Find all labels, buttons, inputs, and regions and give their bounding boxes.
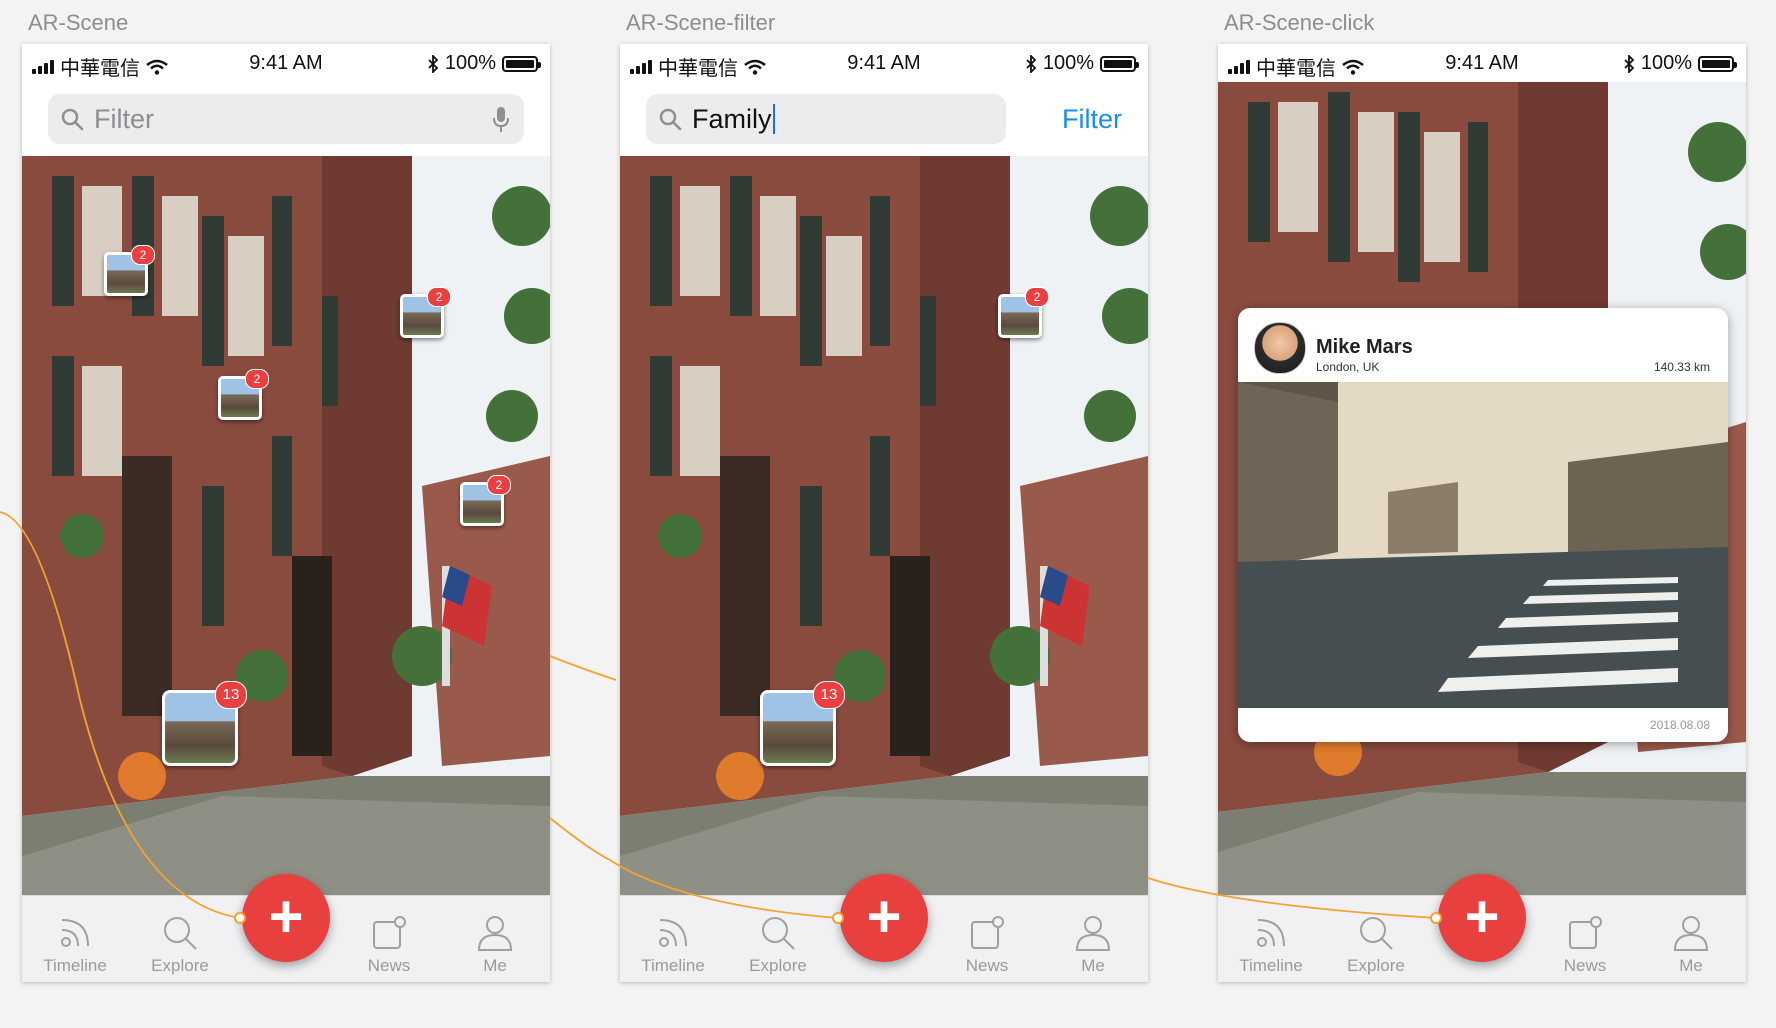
pin-badge: 13 (215, 681, 247, 709)
search-icon (164, 917, 197, 950)
ar-camera-view[interactable]: 2 13 (620, 156, 1148, 896)
tab-news[interactable]: News (344, 914, 434, 976)
pin-badge: 2 (487, 475, 511, 495)
search-icon (762, 917, 795, 950)
battery-percent: 100% (1640, 52, 1692, 74)
search-input[interactable]: Family (646, 94, 1006, 144)
tab-label: Timeline (1239, 956, 1303, 975)
tab-explore[interactable]: Explore (733, 914, 823, 976)
add-button[interactable]: + (840, 874, 928, 962)
post-card[interactable]: Mike Mars London, UK 140.33 km 2018.08.0… (1238, 308, 1728, 742)
pin-badge: 2 (131, 245, 155, 265)
post-author-name: Mike Mars (1316, 336, 1413, 358)
search-placeholder: Filter (94, 103, 154, 134)
phone-ar-scene-click: 中華電信 9:41 AM 100% Mike Mars London, UK 1… (1218, 44, 1746, 982)
bluetooth-icon (1624, 54, 1635, 73)
street-scene-image (22, 156, 550, 896)
ar-photo-pin-large[interactable]: 13 (162, 681, 247, 766)
tab-explore[interactable]: Explore (135, 914, 225, 976)
plus-icon: + (268, 883, 304, 950)
ar-camera-view[interactable]: 2 2 2 2 13 (22, 156, 550, 896)
tab-label: News (965, 956, 1009, 975)
pin-badge: 13 (813, 681, 845, 709)
status-bar: 中華電信 9:41 AM 100% (1218, 44, 1746, 82)
ar-photo-pin-large[interactable]: 13 (760, 681, 845, 766)
artboard-title-ar-scene-click: AR-Scene-click (1224, 10, 1375, 35)
street-scene-image (620, 156, 1148, 896)
rss-icon (61, 919, 89, 947)
artboard-title-ar-scene: AR-Scene (28, 10, 129, 35)
battery-icon (1100, 55, 1139, 72)
news-icon (373, 916, 406, 949)
phone-ar-scene: 中華電信 9:41 AM 100% Filter 2 2 2 2 13 Time… (22, 44, 550, 982)
microphone-icon[interactable] (492, 106, 510, 134)
search-bar-area: Family Filter (620, 82, 1148, 156)
plus-icon: + (1464, 883, 1500, 950)
bluetooth-icon (1026, 54, 1037, 73)
ar-photo-pin[interactable]: 2 (460, 475, 511, 526)
rss-icon (1257, 919, 1285, 947)
status-bar: 中華電信 9:41 AM 100% (22, 44, 550, 82)
tab-label: Explore (749, 956, 807, 975)
filter-button[interactable]: Filter (1062, 104, 1122, 135)
paris-street-image (1238, 382, 1728, 708)
tab-timeline[interactable]: Timeline (1226, 914, 1316, 976)
tab-timeline[interactable]: Timeline (628, 914, 718, 976)
person-icon (1075, 916, 1111, 951)
battery-percent: 100% (444, 52, 496, 74)
news-icon (971, 916, 1004, 949)
plus-icon: + (866, 883, 902, 950)
post-distance: 140.33 km (1653, 360, 1710, 374)
avatar[interactable] (1254, 322, 1306, 374)
search-icon (1360, 917, 1393, 950)
search-icon (659, 108, 682, 131)
artboard-title-ar-scene-filter: AR-Scene-filter (626, 10, 776, 35)
ar-photo-pin[interactable]: 2 (218, 369, 269, 420)
tab-news[interactable]: News (942, 914, 1032, 976)
tab-label: Timeline (43, 956, 107, 975)
post-date: 2018.08.08 (1649, 718, 1710, 732)
tab-label: Explore (151, 956, 209, 975)
battery-icon (1698, 55, 1737, 72)
tab-label: News (367, 956, 411, 975)
post-photo[interactable] (1238, 382, 1728, 708)
tab-label: Me (1081, 956, 1105, 975)
tab-timeline[interactable]: Timeline (30, 914, 120, 976)
bluetooth-icon (428, 54, 439, 73)
ar-photo-pin[interactable]: 2 (400, 287, 451, 338)
add-button[interactable]: + (1438, 874, 1526, 962)
tab-label: News (1563, 956, 1607, 975)
add-button[interactable]: + (242, 874, 330, 962)
search-input[interactable]: Filter (48, 94, 524, 144)
search-icon (61, 108, 84, 131)
post-location: London, UK (1316, 360, 1380, 374)
text-caret (772, 104, 775, 134)
news-icon (1569, 916, 1602, 949)
tab-explore[interactable]: Explore (1331, 914, 1421, 976)
pin-badge: 2 (1025, 287, 1049, 307)
tab-label: Timeline (641, 956, 705, 975)
pin-badge: 2 (245, 369, 269, 389)
tab-label: Me (1679, 956, 1703, 975)
status-bar: 中華電信 9:41 AM 100% (620, 44, 1148, 82)
pin-badge: 2 (427, 287, 451, 307)
person-icon (477, 916, 513, 951)
ar-photo-pin[interactable]: 2 (104, 245, 155, 296)
person-icon (1673, 916, 1709, 951)
tab-label: Explore (1347, 956, 1405, 975)
tab-news[interactable]: News (1540, 914, 1630, 976)
tab-me[interactable]: Me (450, 914, 540, 976)
phone-ar-scene-filter: 中華電信 9:41 AM 100% Family Filter 2 13 Tim… (620, 44, 1148, 982)
rss-icon (659, 919, 687, 947)
tab-label: Me (483, 956, 507, 975)
search-value: Family (692, 103, 772, 134)
tab-me[interactable]: Me (1048, 914, 1138, 976)
connector-line (549, 655, 617, 681)
tab-me[interactable]: Me (1646, 914, 1736, 976)
battery-icon (502, 55, 541, 72)
ar-photo-pin[interactable]: 2 (998, 287, 1049, 338)
search-bar-area: Filter (22, 82, 550, 156)
battery-percent: 100% (1042, 52, 1094, 74)
